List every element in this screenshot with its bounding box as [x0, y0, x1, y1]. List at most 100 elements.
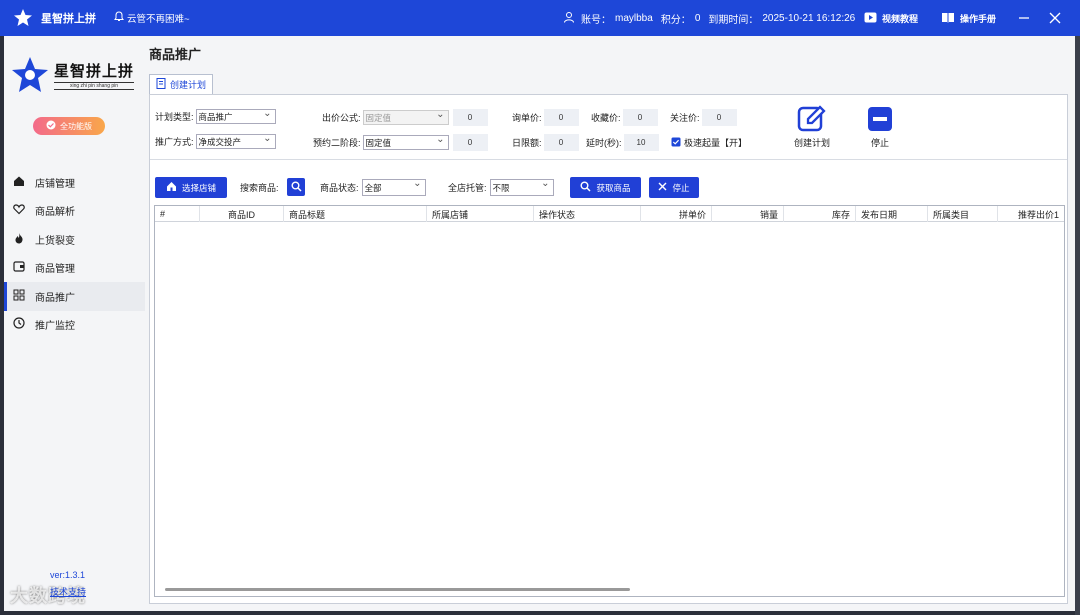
account-value: maylbba — [615, 12, 653, 24]
app-window: 星智拼上拼 xing zhi pin shang pin 全功能版 店铺管理 商… — [4, 36, 1075, 611]
sidebar-item-label: 商品推广 — [35, 292, 75, 304]
column-header-sales[interactable]: 销量 — [712, 206, 784, 222]
sidebar-item-product-promotion[interactable]: 商品推广 — [4, 282, 145, 311]
sidebar-item-label: 推广监控 — [35, 321, 75, 333]
badge-label: 全功能版 — [60, 121, 92, 131]
daily-limit-input[interactable]: 0 — [543, 134, 579, 151]
create-plan-label: 创建计划 — [793, 138, 830, 148]
stop-fetch-button[interactable]: 停止 — [649, 177, 699, 198]
notice[interactable]: 云管不再困难~ — [114, 11, 190, 25]
column-header-shop[interactable]: 所属店铺 — [427, 206, 534, 222]
promo-method-select[interactable]: 净成交投产 — [195, 133, 276, 149]
grid-icon — [13, 289, 25, 304]
fire-icon — [13, 232, 25, 247]
bid-formula-label: 出价公式: — [322, 113, 361, 123]
fetch-products-label: 获取商品 — [596, 182, 631, 193]
book-icon — [941, 12, 955, 25]
sidebar-item-shop-management[interactable]: 店铺管理 — [4, 168, 145, 197]
sidebar-item-label: 商品解析 — [35, 207, 75, 219]
support-link[interactable]: 技术支持 — [50, 585, 86, 598]
column-header-group-price[interactable]: 拼单价 — [641, 206, 712, 222]
fast-start-checkbox[interactable]: 极速起量【开】 — [671, 136, 747, 149]
tab-label: 创建计划 — [170, 80, 207, 90]
logo-star-icon — [12, 57, 48, 92]
heart-icon — [13, 203, 25, 218]
column-header-category[interactable]: 所属类目 — [928, 206, 998, 222]
stage2-label: 预约二阶段: — [313, 138, 361, 148]
sidebar-item-product-parse[interactable]: 商品解析 — [4, 197, 145, 226]
stage2-select[interactable]: 固定值 — [362, 134, 449, 150]
video-tutorial-label: 视频教程 — [882, 13, 919, 24]
close-icon[interactable] — [1049, 12, 1061, 24]
column-header-title[interactable]: 商品标题 — [284, 206, 427, 222]
delay-label: 延时(秒): — [586, 138, 622, 148]
search-button[interactable] — [287, 178, 305, 196]
shop-icon — [166, 181, 177, 194]
account-label: 账号： — [581, 14, 611, 26]
follow-price-input[interactable]: 0 — [701, 109, 737, 126]
column-header-product-id[interactable]: 商品ID — [200, 206, 284, 222]
sidebar-item-label: 商品管理 — [35, 264, 75, 276]
create-plan-panel: 计划类型: 商品推广 出价公式: 固定值 0 询单价: 0 收藏价: 0 关注价… — [149, 94, 1068, 604]
panel-divider — [150, 159, 1067, 160]
select-shop-button[interactable]: 选择店铺 — [155, 177, 227, 198]
bid-formula-select[interactable]: 固定值 — [362, 109, 449, 125]
plan-type-label: 计划类型: — [155, 112, 194, 122]
fetch-products-button[interactable]: 获取商品 — [570, 177, 641, 198]
app-logo-icon — [12, 7, 34, 29]
bid-formula-input[interactable]: 0 — [452, 109, 488, 126]
column-header-publish-date[interactable]: 发布日期 — [856, 206, 928, 222]
stop-plan-button[interactable]: 停止 — [855, 103, 905, 149]
products-table: # 商品ID 商品标题 所属店铺 操作状态 拼单价 销量 库存 发布日期 所属类… — [154, 205, 1065, 597]
delay-input[interactable]: 10 — [623, 134, 659, 151]
desktop-background — [1075, 36, 1080, 615]
follow-price-label: 关注价: — [670, 113, 700, 123]
promo-method-label: 推广方式: — [155, 137, 194, 147]
manual-button[interactable]: 操作手册 — [941, 0, 996, 36]
document-icon — [156, 78, 166, 91]
sidebar-item-listing-fission[interactable]: 上货裂变 — [4, 225, 145, 254]
stop-square-icon — [855, 103, 905, 135]
stage2-input[interactable]: 0 — [452, 134, 488, 151]
tab-create-plan[interactable]: 创建计划 — [149, 74, 214, 94]
stop-fetch-label: 停止 — [672, 182, 690, 193]
column-header-recommended-bid[interactable]: 推荐出价1 — [998, 206, 1064, 222]
status-select[interactable]: 全部 — [361, 178, 426, 196]
edit-icon — [787, 103, 837, 135]
account-info: 账号： maylbba 积分： 0 到期时间： 2025-10-21 16:12… — [563, 0, 859, 36]
notice-text: 云管不再困难~ — [127, 14, 190, 25]
horizontal-scrollbar[interactable] — [165, 588, 630, 591]
video-icon — [864, 12, 877, 25]
main-content: 商品推广 创建计划 计划类型: 商品推广 出价公式: 固定值 0 询单价: 0 … — [145, 36, 1075, 611]
wallet-icon — [13, 260, 25, 275]
minimize-icon[interactable] — [1018, 12, 1030, 24]
managed-select[interactable]: 不限 — [489, 178, 554, 196]
bell-icon — [114, 11, 124, 25]
create-plan-button[interactable]: 创建计划 — [787, 103, 837, 149]
expire-label: 到期时间： — [708, 14, 759, 26]
fav-price-input[interactable]: 0 — [622, 109, 658, 126]
sidebar-logo: 星智拼上拼 xing zhi pin shang pin — [10, 54, 140, 96]
close-icon — [658, 182, 667, 193]
column-header-index[interactable]: # — [155, 206, 200, 222]
inquiry-price-input[interactable]: 0 — [543, 109, 579, 126]
sidebar-item-product-management[interactable]: 商品管理 — [4, 254, 145, 283]
column-header-stock[interactable]: 库存 — [784, 206, 856, 222]
daily-limit-label: 日限额: — [512, 138, 542, 148]
app-name: 星智拼上拼 — [41, 13, 96, 25]
plan-type-select[interactable]: 商品推广 — [195, 108, 276, 124]
search-label: 搜索商品: — [240, 183, 279, 193]
logo-pinyin: xing zhi pin shang pin — [54, 82, 135, 90]
managed-label: 全店托管: — [448, 183, 487, 193]
edition-badge: 全功能版 — [33, 117, 105, 135]
search-icon — [291, 181, 302, 194]
sidebar-nav: 店铺管理 商品解析 上货裂变 商品管理 商品推广 推广监控 — [4, 168, 145, 339]
home-icon — [13, 175, 25, 190]
fav-price-label: 收藏价: — [591, 113, 621, 123]
sidebar: 星智拼上拼 xing zhi pin shang pin 全功能版 店铺管理 商… — [4, 36, 145, 611]
sidebar-item-promotion-monitor[interactable]: 推广监控 — [4, 311, 145, 340]
search-icon — [580, 181, 592, 194]
inquiry-price-label: 询单价: — [512, 113, 542, 123]
column-header-status[interactable]: 操作状态 — [534, 206, 641, 222]
video-tutorial-button[interactable]: 视频教程 — [864, 0, 918, 36]
